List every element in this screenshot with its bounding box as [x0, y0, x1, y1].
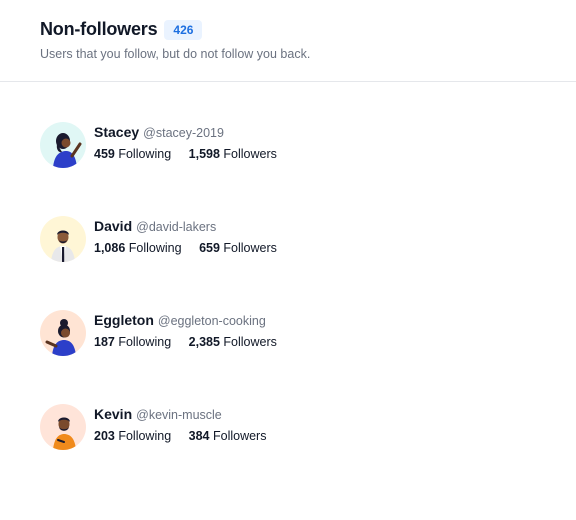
- count-badge: 426: [164, 19, 203, 40]
- following-label: Following: [118, 335, 172, 349]
- followers-label: Followers: [212, 429, 267, 443]
- user-handle: @david-lakers: [136, 220, 217, 234]
- user-item[interactable]: Stacey @stacey-2019 459 Following 1,598 F…: [40, 122, 360, 170]
- user-item[interactable]: David @david-lakers 1,086 Following 659 F…: [40, 216, 360, 264]
- page-header: Non-followers 426 Users that you follow,…: [0, 0, 576, 82]
- followers-count: 1,598: [188, 147, 220, 161]
- following-count: 187: [94, 335, 115, 349]
- user-item[interactable]: Kevin @kevin-muscle 203 Following 384 Fol…: [40, 404, 360, 452]
- page-subtitle: Users that you follow, but do not follow…: [40, 47, 311, 61]
- user-name[interactable]: Kevin: [94, 406, 132, 422]
- followers-label: Followers: [223, 335, 277, 349]
- title-row: Non-followers 426: [40, 19, 203, 40]
- user-name[interactable]: David: [94, 218, 132, 234]
- followers-label: Followers: [223, 241, 277, 255]
- user-handle: @stacey-2019: [143, 126, 224, 140]
- man-suit-avatar[interactable]: [40, 216, 86, 262]
- followers-label: Followers: [223, 147, 277, 161]
- following-count: 203: [94, 429, 115, 443]
- page-title: Non-followers: [40, 19, 158, 39]
- following-label: Following: [118, 429, 172, 443]
- man-orange-shirt-avatar[interactable]: [40, 404, 86, 450]
- followers-count: 2,385: [188, 335, 220, 349]
- user-name[interactable]: Stacey: [94, 124, 139, 140]
- following-label: Following: [128, 241, 182, 255]
- following-count: 1,086: [94, 241, 126, 255]
- woman-waving-avatar[interactable]: [40, 122, 86, 168]
- woman-bun-avatar[interactable]: [40, 310, 86, 356]
- followers-count: 384: [188, 429, 210, 443]
- user-item[interactable]: Eggleton @eggleton-cooking 187 Following …: [40, 310, 360, 358]
- following-count: 459: [94, 147, 115, 161]
- user-name[interactable]: Eggleton: [94, 312, 154, 328]
- followers-count: 659: [199, 241, 220, 255]
- following-label: Following: [118, 147, 172, 161]
- user-handle: @kevin-muscle: [136, 408, 222, 422]
- user-handle: @eggleton-cooking: [157, 314, 266, 328]
